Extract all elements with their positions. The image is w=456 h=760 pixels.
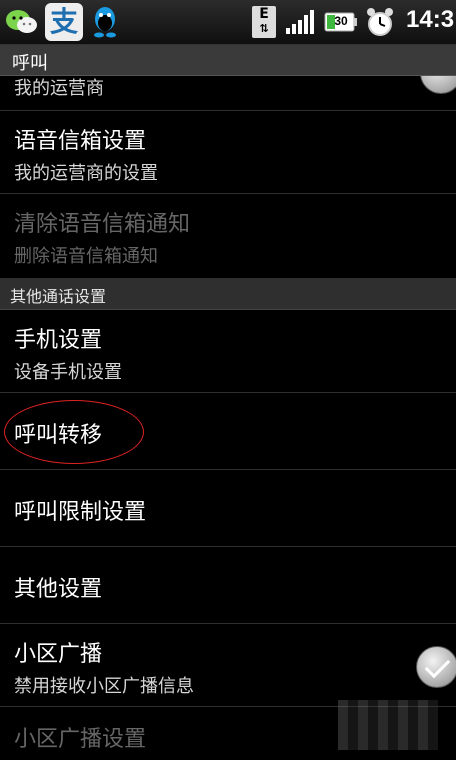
cell-broadcast-settings-title: 小区广播设置	[14, 727, 147, 752]
partial-summary: 我的运营商	[14, 78, 104, 99]
page-title: 呼叫	[12, 53, 48, 74]
clear-voicemail-title: 清除语音信箱通知	[14, 212, 191, 237]
status-bar: 支 E ⇅ 30 14:3	[0, 0, 456, 45]
list-item-partial[interactable]: 我的运营商	[0, 76, 456, 111]
cell-broadcast-settings-item: 小区广播设置	[0, 707, 456, 760]
alarm-clock-icon	[367, 8, 393, 36]
clock-time: 14:3	[406, 6, 455, 33]
check-mark-icon	[424, 652, 451, 679]
cell-broadcast-item[interactable]: 小区广播 禁用接收小区广播信息	[0, 624, 456, 707]
other-settings-title: 其他设置	[14, 577, 103, 602]
call-forwarding-title: 呼叫转移	[14, 423, 103, 448]
phone-settings-title: 手机设置	[14, 328, 103, 353]
clear-voicemail-item: 清除语音信箱通知 删除语音信箱通知	[0, 194, 456, 279]
phone-settings-item[interactable]: 手机设置 设备手机设置	[0, 310, 456, 393]
title-bar: 呼叫	[0, 45, 456, 76]
call-barring-title: 呼叫限制设置	[14, 500, 147, 525]
clear-voicemail-summary: 删除语音信箱通知	[14, 246, 158, 267]
other-settings-item[interactable]: 其他设置	[0, 547, 456, 624]
voicemail-settings-summary: 我的运营商的设置	[14, 163, 158, 184]
section-header-label: 其他通话设置	[10, 287, 107, 306]
edge-network-icon: E ⇅	[252, 6, 276, 38]
cell-broadcast-summary: 禁用接收小区广播信息	[14, 676, 194, 697]
voicemail-settings-item[interactable]: 语音信箱设置 我的运营商的设置	[0, 111, 456, 194]
qq-icon	[87, 5, 123, 39]
alipay-icon: 支	[45, 3, 83, 41]
call-forwarding-item[interactable]: 呼叫转移	[0, 393, 456, 470]
settings-list[interactable]: 我的运营商 语音信箱设置 我的运营商的设置 清除语音信箱通知 删除语音信箱通知 …	[0, 76, 456, 760]
checkbox-partial[interactable]	[420, 76, 456, 94]
cell-broadcast-checkbox[interactable]	[416, 646, 456, 688]
phone-settings-summary: 设备手机设置	[14, 362, 122, 383]
signal-strength-icon	[286, 10, 314, 34]
data-arrows-icon: ⇅	[259, 22, 269, 35]
call-barring-item[interactable]: 呼叫限制设置	[0, 470, 456, 547]
voicemail-settings-title: 语音信箱设置	[14, 129, 147, 154]
battery-level: 30	[334, 14, 348, 28]
cell-broadcast-title: 小区广播	[14, 642, 103, 667]
edge-label: E	[259, 6, 269, 22]
wechat-icon	[4, 5, 40, 39]
section-header-other-call-settings: 其他通话设置	[0, 279, 456, 310]
